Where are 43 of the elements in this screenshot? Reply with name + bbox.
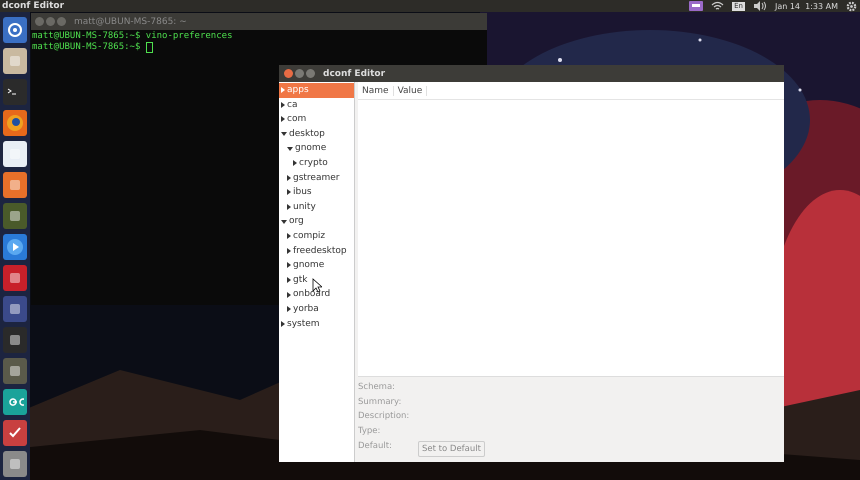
gear-icon[interactable] xyxy=(846,0,857,12)
detail-label: Type: xyxy=(358,426,382,436)
detail-label: Default: xyxy=(358,440,393,451)
detail-label: Summary: xyxy=(358,396,402,407)
close-button[interactable] xyxy=(284,69,293,78)
volume-icon[interactable] xyxy=(752,1,767,11)
text-cursor xyxy=(146,42,153,53)
player-app-icon[interactable] xyxy=(3,234,27,260)
tree-item[interactable]: system xyxy=(279,316,354,332)
window-title: dconf Editor xyxy=(323,68,386,78)
tree-item[interactable]: com xyxy=(279,112,354,127)
terminal-title: matt@UBUN-MS-7865: ~ xyxy=(74,16,187,26)
tree-item[interactable]: unity xyxy=(279,200,354,214)
tree-item[interactable]: compiz xyxy=(279,228,354,244)
wifi-icon[interactable] xyxy=(711,1,724,11)
window-controls-icon[interactable] xyxy=(35,17,66,26)
terminal-app-icon[interactable] xyxy=(3,79,27,105)
column-header[interactable]: Value xyxy=(394,86,428,96)
column-header[interactable]: Name xyxy=(358,86,394,96)
tree-item[interactable]: freedesktop xyxy=(279,244,354,258)
terminal-line: matt@UBUN-MS-7865:~$ xyxy=(32,42,142,53)
minimize-button[interactable] xyxy=(295,69,304,78)
browser-app-icon[interactable] xyxy=(3,110,27,136)
window-title: dconf Editor xyxy=(1,1,64,11)
check-app-icon[interactable] xyxy=(3,420,27,446)
tree-item[interactable]: ibus xyxy=(279,185,354,200)
tree-item[interactable]: org xyxy=(279,214,354,229)
maximize-button[interactable] xyxy=(306,69,315,78)
tree-item[interactable]: desktop xyxy=(279,126,354,142)
tree-item[interactable]: gstreamer xyxy=(279,170,354,186)
tree-item[interactable]: gtk xyxy=(279,272,354,288)
detail-label: Schema: xyxy=(358,382,396,392)
dash-app-icon[interactable] xyxy=(3,17,27,43)
clock[interactable]: Jan 14 1:33 AM xyxy=(774,2,838,10)
tree-item[interactable]: onboard xyxy=(279,287,354,302)
tree-item[interactable]: gnome xyxy=(279,141,354,156)
terminal-line: matt@UBUN-MS-7865:~$ vino-preferences xyxy=(32,31,232,42)
detail-label: Description: xyxy=(358,411,410,422)
tree-item[interactable]: crypto xyxy=(279,156,354,171)
tree-item[interactable]: yorba xyxy=(279,302,354,316)
tree-item[interactable]: ca xyxy=(279,98,354,112)
chat-icon[interactable] xyxy=(689,1,704,11)
tree-item[interactable]: gnome xyxy=(279,258,354,273)
